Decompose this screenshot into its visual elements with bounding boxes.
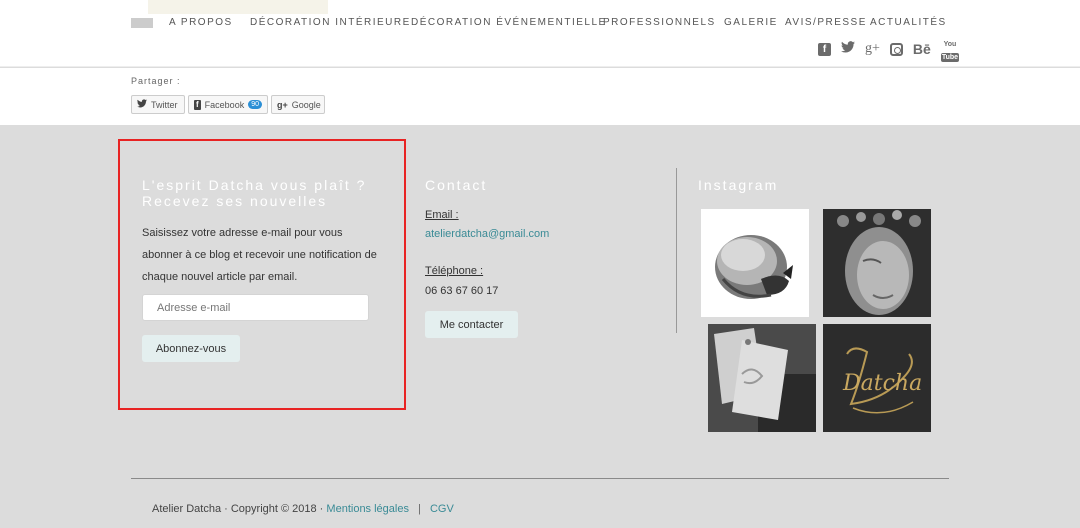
contact-email-label: Email : <box>425 209 459 221</box>
share-count-badge: 90 <box>248 100 262 109</box>
social-links: f g+ Bē You Tube <box>818 40 960 62</box>
instagram-image-portrait[interactable] <box>823 209 931 317</box>
footer-divider <box>131 478 949 479</box>
behance-icon[interactable]: Bē <box>913 41 931 57</box>
nav-decoration-interieure[interactable]: DÉCORATION INTÉRIEURE <box>250 17 411 28</box>
nav-galerie[interactable]: GALERIE <box>724 17 778 28</box>
contact-phone-label: Téléphone : <box>425 265 484 277</box>
youtube-icon-top: You <box>943 40 957 48</box>
contact-email-link[interactable]: atelierdatcha@gmail.com <box>425 228 549 240</box>
twitter-icon <box>137 98 147 111</box>
twitter-icon[interactable] <box>841 41 855 57</box>
instagram-title: Instagram <box>698 177 779 193</box>
mentions-legales-link[interactable]: Mentions légales <box>326 503 409 515</box>
facebook-icon: f <box>194 99 201 110</box>
nav-professionnels[interactable]: PROFESSIONNELS <box>603 17 716 28</box>
share-google-label: Google <box>291 99 321 110</box>
youtube-icon[interactable]: You Tube <box>940 37 960 62</box>
calligraphy-text: Datcha <box>842 371 922 396</box>
contact-phone: 06 63 67 60 17 <box>425 285 499 297</box>
copyright-text: Atelier Datcha · Copyright © 2018 · <box>152 503 324 515</box>
column-divider <box>676 168 677 333</box>
newsletter-description: Saisissez votre adresse e-mail pour vous… <box>142 227 377 283</box>
nav-actualites[interactable]: ACTUALITÉS <box>870 17 947 28</box>
instagram-image-fox[interactable] <box>701 209 809 317</box>
logo-fragment <box>148 0 328 14</box>
newsletter-email-input[interactable] <box>142 294 369 321</box>
footer-separator: | <box>418 503 421 515</box>
newsletter-title-line1: L'esprit Datcha vous plaît ? <box>142 177 367 193</box>
nav-avis-presse[interactable]: AVIS/PRESSE <box>785 17 867 28</box>
instagram-image-tags[interactable] <box>708 324 816 432</box>
share-facebook-label: Facebook <box>204 99 245 110</box>
share-twitter-button[interactable]: Twitter <box>131 95 185 114</box>
share-facebook-button[interactable]: f Facebook 90 <box>188 95 268 114</box>
facebook-icon[interactable]: f <box>818 42 831 56</box>
instagram-image-calligraphy[interactable]: Datcha <box>823 324 931 432</box>
copyright-bar: Atelier Datcha · Copyright © 2018 · Ment… <box>152 503 454 515</box>
google-plus-icon[interactable]: g+ <box>865 41 880 57</box>
share-label: Partager : <box>131 76 181 86</box>
cgv-link[interactable]: CGV <box>430 503 454 515</box>
share-twitter-label: Twitter <box>151 99 178 110</box>
subscribe-button[interactable]: Abonnez-vous <box>142 335 240 362</box>
instagram-icon[interactable] <box>889 42 903 56</box>
main-nav: A PROPOS DÉCORATION INTÉRIEURE DÉCORATIO… <box>0 17 1080 31</box>
contact-button[interactable]: Me contacter <box>425 311 518 338</box>
share-section: Partager : Twitter f Facebook 90 g+ Goog… <box>0 68 1080 125</box>
google-plus-icon: g+ <box>277 99 288 110</box>
youtube-icon-bottom: Tube <box>940 52 960 62</box>
nav-a-propos[interactable]: A PROPOS <box>169 17 233 28</box>
newsletter-title-line2: Recevez ses nouvelles <box>142 193 328 209</box>
nav-decoration-evenementielle[interactable]: DÉCORATION ÉVÉNEMENTIELLE <box>411 17 607 28</box>
site-header: A PROPOS DÉCORATION INTÉRIEURE DÉCORATIO… <box>0 0 1080 67</box>
share-google-button[interactable]: g+ Google <box>271 95 325 114</box>
contact-title: Contact <box>425 177 488 193</box>
